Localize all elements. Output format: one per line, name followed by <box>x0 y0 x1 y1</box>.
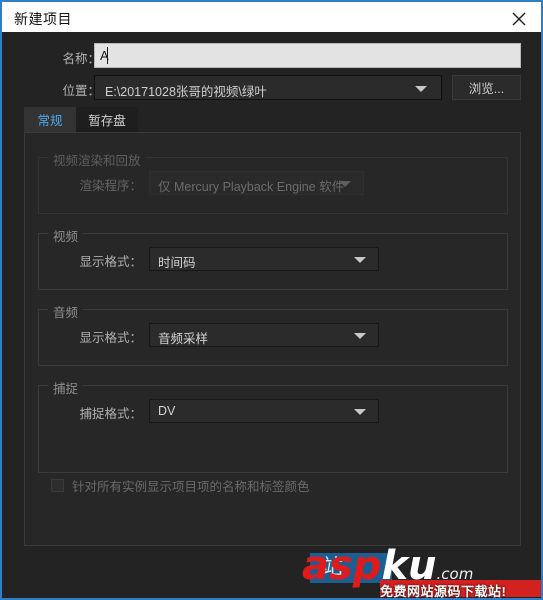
renderer-value: 仅 Mercury Playback Engine 软件 <box>158 180 345 194</box>
video-display-format-dropdown[interactable]: 时间码 <box>149 247 379 271</box>
show-project-item-names-checkbox-row[interactable]: 针对所有实例显示项目项的名称和标签颜色 <box>51 475 511 495</box>
audio-display-format-value: 音频采样 <box>158 332 209 346</box>
group-title: 捕捉 <box>48 378 84 397</box>
group-video-rendering: 视频渲染和回放 渲染程序： 仅 Mercury Playback Engine … <box>38 150 508 214</box>
chevron-down-icon <box>339 181 351 187</box>
location-value: E:\20171028张哥的视频\绿叶 <box>105 85 267 99</box>
video-display-format-value: 时间码 <box>158 256 196 270</box>
renderer-label: 渲染程序： <box>79 179 142 193</box>
audio-display-format-label: 显示格式： <box>79 331 142 345</box>
chevron-down-icon <box>354 409 366 415</box>
group-video: 视频 显示格式： 时间码 <box>38 226 508 290</box>
tab-scratch[interactable]: 暂存盘 <box>76 107 138 132</box>
close-button[interactable] <box>497 2 541 33</box>
new-project-dialog: 新建项目 名称： 位置： E:\20171028张哥的视频\绿叶 浏览... <box>0 0 543 600</box>
capture-format-value: DV <box>158 404 176 418</box>
location-row: 位置： E:\20171028张哥的视频\绿叶 浏览... <box>2 75 541 100</box>
name-input[interactable] <box>94 43 521 68</box>
audio-display-format-dropdown[interactable]: 音频采样 <box>149 323 379 347</box>
group-title: 视频渲染和回放 <box>48 150 146 169</box>
group-title: 音频 <box>48 302 84 321</box>
group-capture: 捕捉 捕捉格式： DV <box>38 378 508 473</box>
video-display-format-label: 显示格式： <box>79 255 142 269</box>
tab-general[interactable]: 常规 <box>24 107 76 132</box>
location-dropdown[interactable]: E:\20171028张哥的视频\绿叶 <box>94 75 442 100</box>
name-row: 名称： <box>2 43 541 68</box>
checkbox-label: 针对所有实例显示项目项的名称和标签颜色 <box>72 479 310 494</box>
chevron-down-icon <box>354 333 366 339</box>
text-caret <box>107 47 108 64</box>
dialog-body: 名称： 位置： E:\20171028张哥的视频\绿叶 浏览... 常规 暂存盘… <box>2 32 541 598</box>
browse-button[interactable]: 浏览... <box>452 75 521 100</box>
group-audio: 音频 显示格式： 音频采样 <box>38 302 508 366</box>
chevron-down-icon <box>354 257 366 263</box>
general-tab-panel: 视频渲染和回放 渲染程序： 仅 Mercury Playback Engine … <box>24 132 521 546</box>
dialog-title: 新建项目 <box>14 11 72 27</box>
tab-bar: 常规 暂存盘 <box>24 107 521 132</box>
dialog-titlebar: 新建项目 <box>2 0 541 32</box>
capture-format-dropdown[interactable]: DV <box>149 399 379 423</box>
renderer-dropdown: 仅 Mercury Playback Engine 软件 <box>149 171 364 195</box>
capture-format-label: 捕捉格式： <box>79 407 142 421</box>
checkbox-box[interactable] <box>51 478 64 492</box>
group-title: 视频 <box>48 226 84 245</box>
chevron-down-icon <box>415 86 427 92</box>
